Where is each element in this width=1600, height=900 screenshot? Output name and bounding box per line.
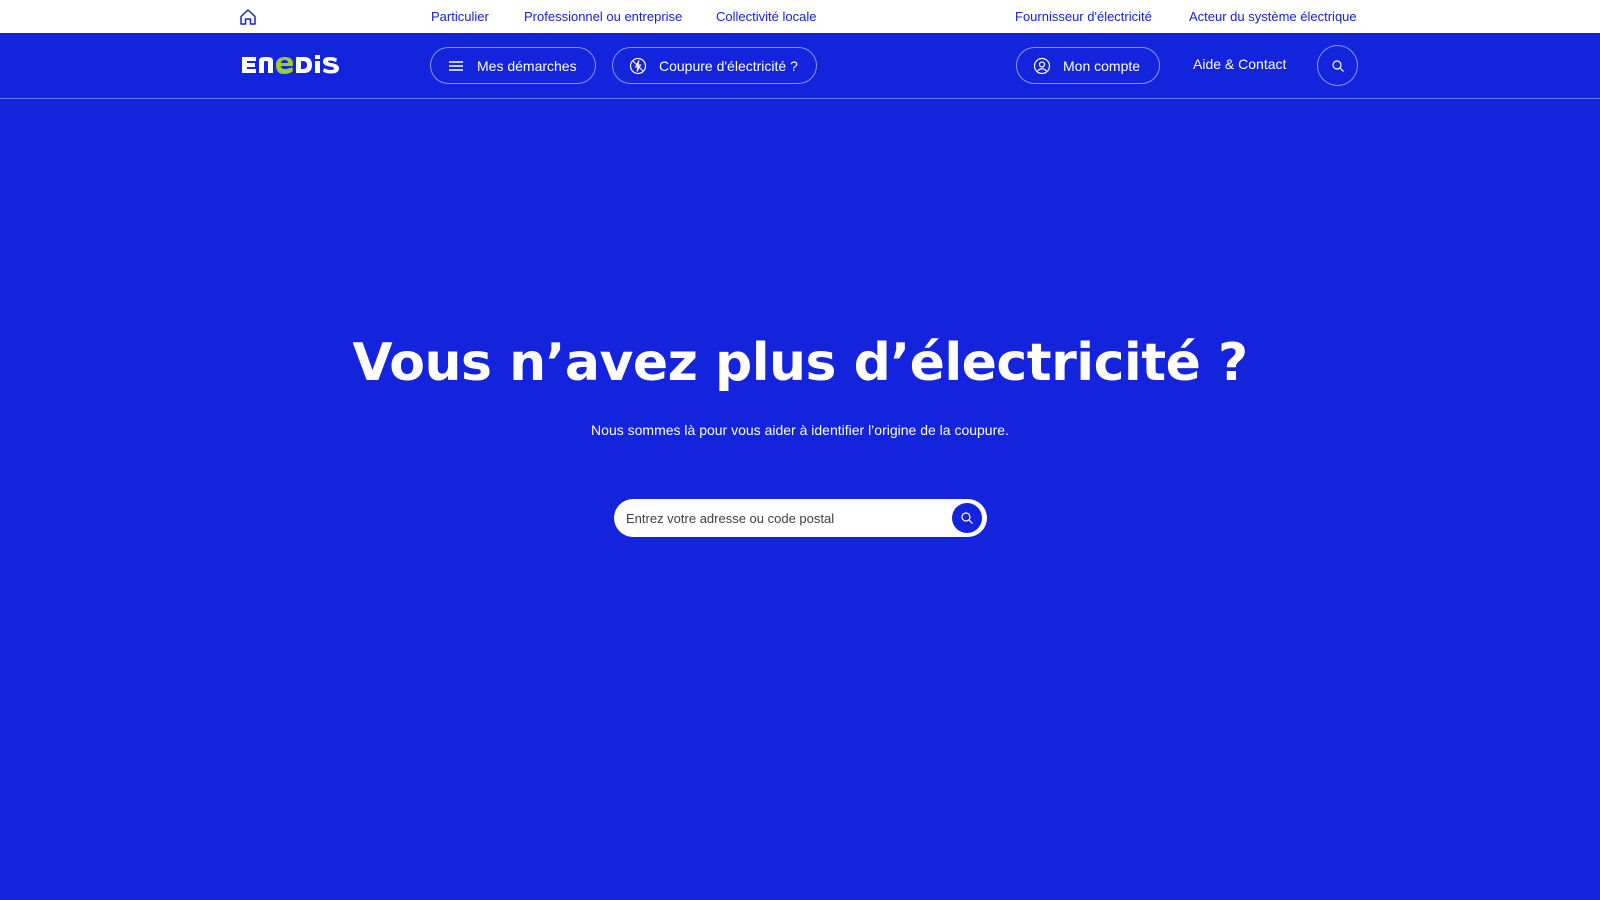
search-icon xyxy=(1331,59,1344,72)
enedis-logo[interactable] xyxy=(240,49,348,81)
mes-demarches-label: Mes démarches xyxy=(477,57,577,74)
topbar-link-fournisseur[interactable]: Fournisseur d'électricité xyxy=(1015,9,1152,24)
header-search-button[interactable] xyxy=(1317,45,1358,86)
mon-compte-button[interactable]: Mon compte xyxy=(1016,47,1160,84)
menu-icon xyxy=(449,60,463,71)
top-utility-bar: Particulier Professionnel ou entreprise … xyxy=(0,0,1600,33)
hero-title: Vous n’avez plus d’électricité ? xyxy=(352,333,1248,393)
topbar-link-professionnel[interactable]: Professionnel ou entreprise xyxy=(524,9,682,24)
search-icon xyxy=(961,512,973,524)
hero-subtitle: Nous sommes là pour vous aider à identif… xyxy=(591,422,1009,438)
address-search-box xyxy=(614,499,987,537)
address-search-button[interactable] xyxy=(952,503,982,533)
lightning-icon xyxy=(629,57,647,74)
topbar-link-collectivite[interactable]: Collectivité locale xyxy=(716,9,816,24)
main-header: Mes démarches Coupure d'électricité ? Mo… xyxy=(0,33,1600,99)
user-icon xyxy=(1033,57,1051,74)
coupure-electricite-label: Coupure d'électricité ? xyxy=(659,57,798,74)
mes-demarches-button[interactable]: Mes démarches xyxy=(430,47,596,84)
topbar-link-acteur[interactable]: Acteur du système électrique xyxy=(1189,9,1357,24)
home-icon[interactable] xyxy=(238,7,258,27)
mon-compte-label: Mon compte xyxy=(1063,57,1141,74)
aide-contact-link[interactable]: Aide & Contact xyxy=(1193,56,1286,72)
coupure-electricite-button[interactable]: Coupure d'électricité ? xyxy=(612,47,817,84)
address-search-input[interactable] xyxy=(626,499,946,537)
topbar-link-particulier[interactable]: Particulier xyxy=(431,9,489,24)
